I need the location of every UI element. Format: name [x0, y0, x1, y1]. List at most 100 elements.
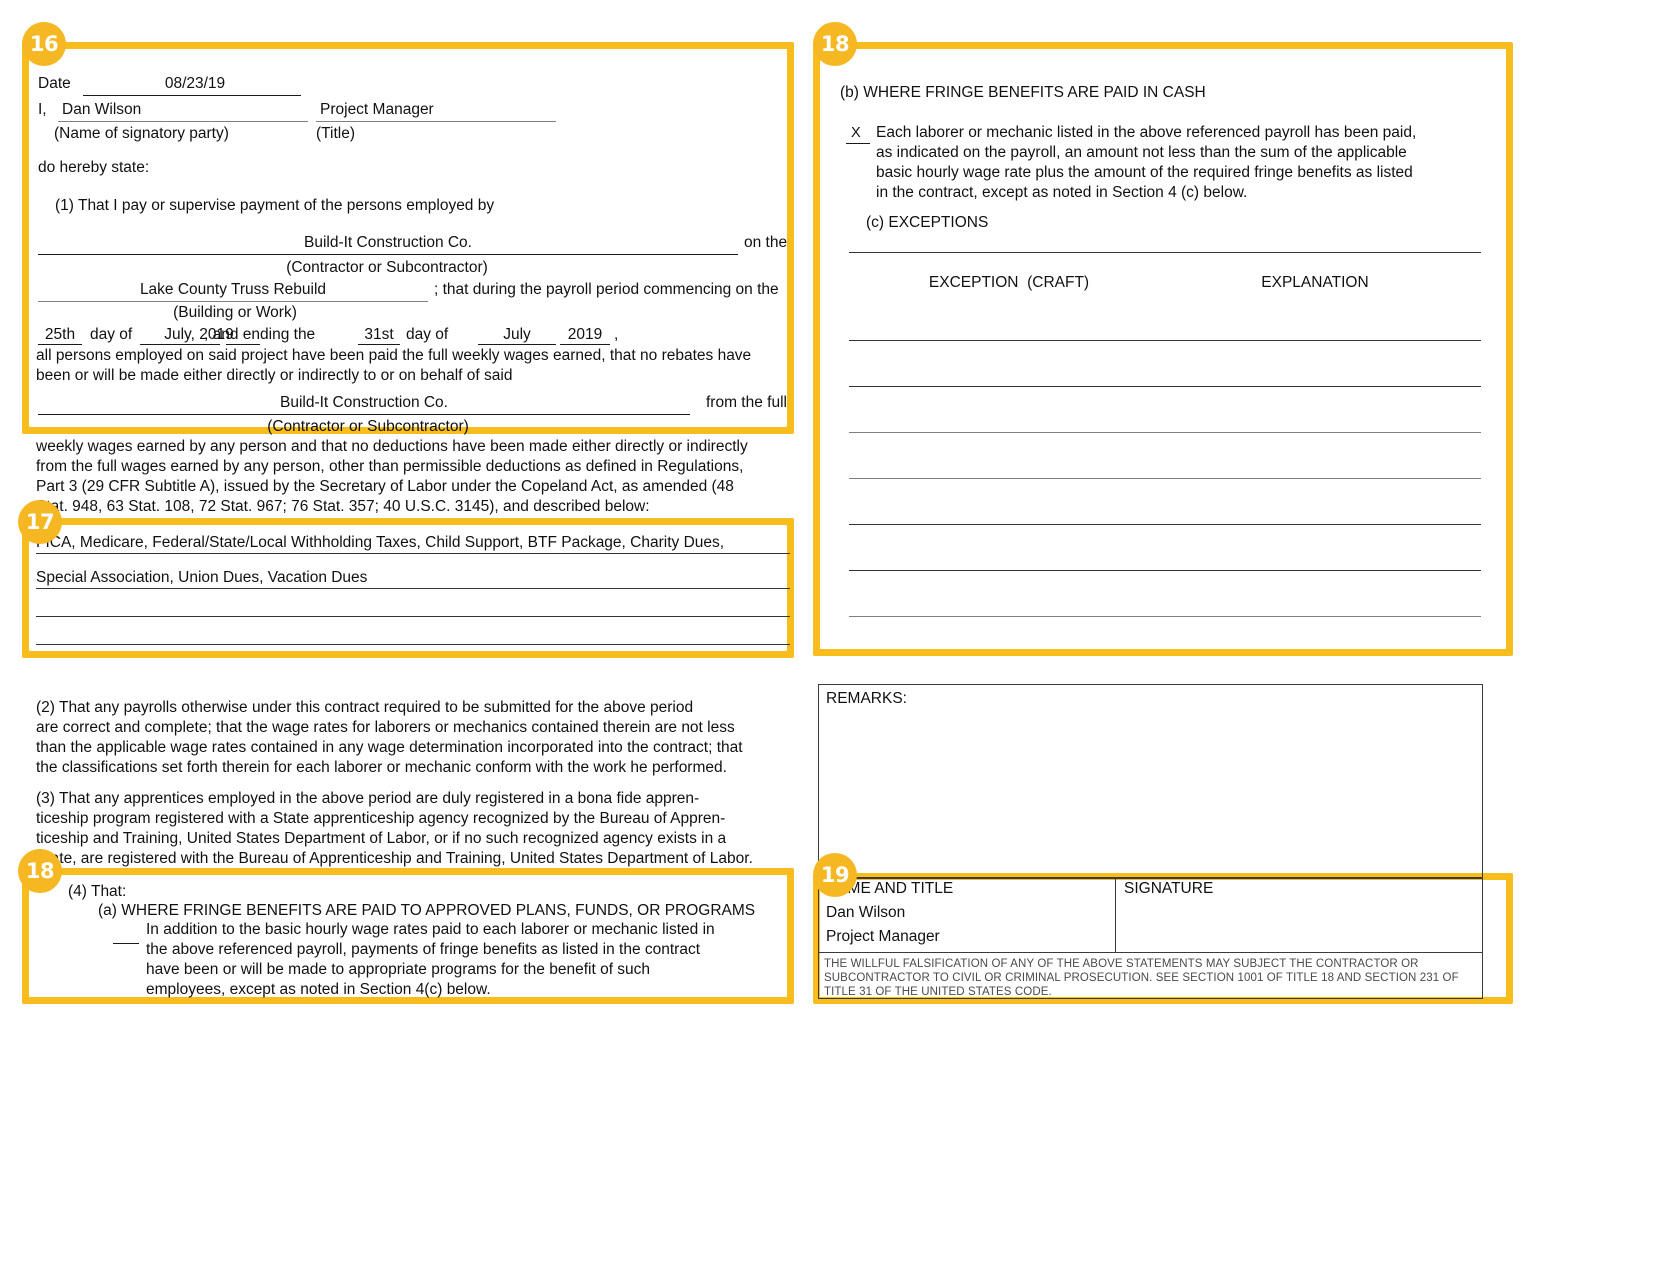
- building-underline: [38, 301, 428, 302]
- deduction-value-2[interactable]: Special Association, Union Dues, Vacatio…: [36, 568, 367, 588]
- para-b-line-3: Part 3 (29 CFR Subtitle A), issued by th…: [36, 478, 734, 495]
- title-caption: (Title): [316, 125, 356, 142]
- signature-box-divider: [1115, 878, 1116, 953]
- item-4b-line-2: as indicated on the payroll, an amount n…: [876, 144, 1407, 161]
- day-start-underline: [38, 344, 82, 345]
- trailing-comma: ,: [614, 326, 619, 343]
- from-the-full-text: from the full: [706, 394, 787, 411]
- day-of-label-2: day of: [406, 326, 449, 343]
- exceptions-col-header-craft: EXCEPTION (CRAFT): [928, 274, 1090, 291]
- badge-18-right: 18: [813, 22, 857, 66]
- signatory-name-value[interactable]: Dan Wilson: [62, 100, 141, 120]
- exception-explanation-rule-2: [1075, 386, 1481, 387]
- para-b-line-1: weekly wages earned by any person and th…: [36, 438, 748, 455]
- year-end-underline: [560, 344, 610, 345]
- signatory-title-underline: [316, 121, 556, 122]
- exceptions-col-header-explanation: EXPLANATION: [1261, 274, 1369, 291]
- contractor-caption-2: (Contractor or Subcontractor): [267, 418, 469, 435]
- day-end-value[interactable]: 31st: [358, 325, 400, 345]
- item-4a-line-4: employees, except as noted in Section 4(…: [146, 981, 491, 998]
- exception-explanation-rule-5: [1075, 524, 1481, 525]
- document-page: 16 17 18 18 19 Date 08/23/19 I, Dan Wils…: [0, 0, 1663, 1285]
- item-4a-checkbox-line[interactable]: [113, 943, 139, 944]
- warning-line-3: TITLE 31 OF THE UNITED STATES CODE.: [824, 986, 1052, 998]
- warning-line-2: SUBCONTRACTOR TO CIVIL OR CRIMINAL PROSE…: [824, 972, 1459, 984]
- deduction-underline-3: [36, 616, 790, 617]
- item-2-line-1: (2) That any payrolls otherwise under th…: [36, 699, 694, 716]
- badge-19: 19: [813, 853, 857, 897]
- item-3-line-2: ticeship program registered with a State…: [36, 810, 726, 827]
- para-a-line-1: all persons employed on said project hav…: [36, 347, 752, 364]
- i-label: I,: [38, 101, 47, 118]
- item-3-line-3: ticeship and Training, United States Dep…: [36, 830, 727, 847]
- exceptions-top-rule: [849, 252, 1481, 253]
- deduction-value-1[interactable]: FICA, Medicare, Federal/State/Local With…: [36, 533, 724, 553]
- exception-craft-rule-2: [849, 386, 1077, 387]
- during-period-text: ; that during the payroll period commenc…: [434, 281, 779, 298]
- building-caption: (Building or Work): [173, 304, 297, 321]
- badge-16: 16: [22, 22, 66, 66]
- exception-craft-rule-3: [849, 432, 1077, 433]
- signature-label: SIGNATURE: [1124, 880, 1214, 897]
- remarks-label: REMARKS:: [826, 690, 907, 707]
- exception-explanation-rule-6: [1075, 570, 1481, 571]
- contractor-1-underline: [38, 254, 738, 255]
- item-1-text: (1) That I pay or supervise payment of t…: [55, 197, 495, 214]
- item-4a-line-2: the above referenced payroll, payments o…: [146, 941, 701, 958]
- month-end-value[interactable]: July: [478, 325, 556, 345]
- para-b-line-2: from the full wages earned by any person…: [36, 458, 744, 475]
- exception-craft-rule-7: [849, 616, 1077, 617]
- signatory-name-underline: [58, 121, 308, 122]
- deduction-underline-4: [36, 644, 790, 645]
- badge-18-left: 18: [18, 849, 62, 893]
- contractor-2-underline: [38, 414, 690, 415]
- exception-explanation-rule-4: [1075, 478, 1481, 479]
- warning-line-1: THE WILLFUL FALSIFICATION OF ANY OF THE …: [824, 958, 1419, 970]
- contractor-name-1[interactable]: Build-It Construction Co.: [38, 233, 738, 253]
- item-2-line-4: the classifications set forth therein fo…: [36, 759, 727, 776]
- month-end-underline: [478, 344, 556, 345]
- item-4c-heading: (c) EXCEPTIONS: [866, 214, 989, 231]
- item-4b-line-3: basic hourly wage rate plus the amount o…: [876, 164, 1413, 181]
- contractor-name-2[interactable]: Build-It Construction Co.: [38, 393, 690, 413]
- item-4b-checkbox-line[interactable]: [846, 143, 870, 144]
- exception-craft-rule-4: [849, 478, 1077, 479]
- signatory-title-value[interactable]: Project Manager: [320, 100, 434, 120]
- item-3-line-1: (3) That any apprentices employed in the…: [36, 790, 700, 807]
- exception-explanation-rule-1: [1075, 340, 1481, 341]
- exception-craft-rule-5: [849, 524, 1077, 525]
- name-caption: (Name of signatory party): [54, 125, 229, 142]
- day-end-underline: [358, 344, 400, 345]
- exception-craft-rule-1: [849, 340, 1077, 341]
- item-2-line-3: than the applicable wage rates contained…: [36, 739, 743, 756]
- date-underline: [83, 95, 301, 96]
- para-a-line-2: been or will be made either directly or …: [36, 367, 513, 384]
- badge-17: 17: [18, 500, 62, 544]
- item-4a-heading: (a) WHERE FRINGE BENEFITS ARE PAID TO AP…: [98, 902, 756, 919]
- item-2-line-2: are correct and complete; that the wage …: [36, 719, 735, 736]
- item-4-label: (4) That:: [68, 883, 127, 900]
- name-value[interactable]: Dan Wilson: [826, 903, 905, 923]
- deduction-underline-2: [36, 588, 790, 589]
- year-end-value[interactable]: 2019: [560, 325, 610, 345]
- title-value[interactable]: Project Manager: [826, 927, 940, 947]
- do-hereby-state: do hereby state:: [38, 159, 150, 176]
- exception-craft-rule-6: [849, 570, 1077, 571]
- remarks-box[interactable]: [818, 684, 1483, 878]
- day-of-label-1: day of: [90, 326, 133, 343]
- item-4a-line-3: have been or will be made to appropriate…: [146, 961, 651, 978]
- building-or-work-value[interactable]: Lake County Truss Rebuild: [38, 280, 428, 300]
- item-4b-checkmark[interactable]: X: [851, 123, 861, 143]
- date-label: Date: [38, 75, 71, 92]
- day-start-value[interactable]: 25th: [38, 325, 82, 345]
- item-4b-heading: (b) WHERE FRINGE BENEFITS ARE PAID IN CA…: [840, 84, 1206, 101]
- para-b-line-4: Stat. 948, 63 Stat. 108, 72 Stat. 967; 7…: [36, 498, 650, 515]
- item-4b-line-1: Each laborer or mechanic listed in the a…: [876, 124, 1417, 141]
- item-4b-line-4: in the contract, except as noted in Sect…: [876, 184, 1248, 201]
- item-4a-line-1: In addition to the basic hourly wage rat…: [146, 921, 715, 938]
- contractor-caption-1: (Contractor or Subcontractor): [286, 259, 488, 276]
- and-ending-the-label: , and ending the: [204, 326, 316, 343]
- exception-explanation-rule-7: [1075, 616, 1481, 617]
- item-3-line-4: State, are registered with the Bureau of…: [36, 850, 753, 867]
- date-value[interactable]: 08/23/19: [88, 74, 302, 94]
